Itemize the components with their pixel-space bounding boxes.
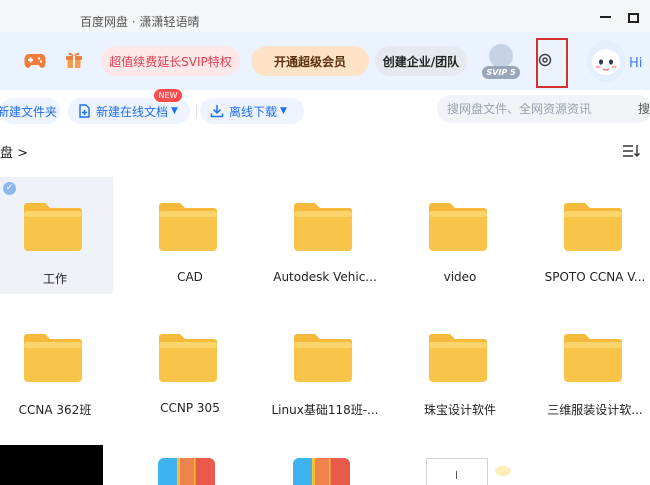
- folder-name: CCNA 362班: [18, 403, 92, 417]
- video-thumbnail[interactable]: [0, 445, 103, 485]
- folder-icon: [294, 199, 352, 251]
- folder-item[interactable]: CAD: [135, 177, 248, 294]
- checkmark-icon[interactable]: ✓: [3, 182, 16, 195]
- gift-icon[interactable]: [63, 49, 85, 71]
- new-badge: NEW: [154, 89, 182, 102]
- folder-name: CCNP 305: [160, 401, 220, 415]
- greeting-label[interactable]: Hi: [629, 56, 642, 71]
- folder-name: 三维服装设计软...: [547, 403, 643, 417]
- folder-item[interactable]: video: [405, 177, 518, 294]
- avatar[interactable]: SVIP 5: [482, 44, 520, 82]
- folder-item[interactable]: CCNP 305: [135, 308, 248, 425]
- avatar-image: [489, 44, 513, 68]
- folder-item[interactable]: Autodesk Vehic...: [270, 177, 383, 294]
- folder-icon: [429, 199, 487, 251]
- folder-item[interactable]: SPOTO CCNA V...: [540, 177, 650, 294]
- svip-renew-promo-button[interactable]: 超值续费延长SVIP特权: [101, 46, 240, 76]
- gamepad-icon[interactable]: [24, 50, 46, 72]
- mascot-assistant[interactable]: [585, 38, 627, 84]
- folder-item[interactable]: Linux基础118班-...: [270, 308, 383, 425]
- toolbar-divider: [196, 104, 197, 118]
- minimize-button[interactable]: [600, 16, 611, 18]
- folder-icon: [159, 330, 217, 382]
- folder-name: 珠宝设计软件: [423, 403, 496, 417]
- document-plus-icon: [79, 104, 90, 118]
- folder-icon: [294, 330, 352, 382]
- archive-thumbnail[interactable]: [158, 458, 215, 485]
- folder-item[interactable]: ✓ 工作: [0, 177, 113, 294]
- folder-icon: [564, 199, 622, 251]
- search-placeholder: 搜网盘文件、全网资源资讯: [447, 102, 592, 116]
- new-online-doc-label: 新建在线文档: [96, 104, 169, 119]
- folder-name: Linux基础118班-...: [271, 403, 379, 417]
- title-bar: 百度网盘 · 潇潇轻语晴: [0, 0, 650, 32]
- folder-item[interactable]: CCNA 362班: [0, 308, 113, 425]
- search-button[interactable]: 搜: [638, 95, 650, 123]
- open-super-vip-button[interactable]: 开通超级会员: [251, 46, 369, 76]
- maximize-button[interactable]: [628, 13, 639, 23]
- breadcrumb[interactable]: 盘 >: [0, 142, 28, 161]
- folder-icon: [564, 330, 622, 382]
- sort-icon[interactable]: [622, 143, 640, 159]
- gear-icon[interactable]: [538, 52, 552, 67]
- offline-download-button[interactable]: 离线下载 ▼: [200, 98, 304, 124]
- search-input[interactable]: 搜网盘文件、全网资源资讯 搜: [437, 95, 650, 123]
- create-organization-button[interactable]: 创建企业/团队: [375, 46, 467, 76]
- new-folder-label: 新建文件夹: [0, 104, 58, 119]
- folder-name: 工作: [42, 272, 67, 286]
- folder-name: SPOTO CCNA V...: [544, 270, 646, 284]
- folder-icon: [429, 330, 487, 382]
- folder-icon: [24, 199, 82, 251]
- archive-thumbnail[interactable]: [293, 458, 350, 485]
- folder-name: Autodesk Vehic...: [273, 270, 377, 284]
- folder-name: video: [443, 270, 477, 284]
- offline-download-label: 离线下载: [229, 104, 278, 119]
- svip-level-badge: SVIP 5: [482, 66, 520, 79]
- chevron-down-icon: ▼: [171, 106, 178, 116]
- chevron-down-icon: ▼: [280, 106, 287, 116]
- folder-item[interactable]: 珠宝设计软件: [405, 308, 518, 425]
- new-folder-button[interactable]: 新建文件夹: [0, 98, 60, 124]
- download-icon: [210, 105, 224, 118]
- window-title: 百度网盘 · 潇潇轻语晴: [80, 15, 200, 29]
- folder-icon: [159, 199, 217, 251]
- document-thumbnail[interactable]: [426, 458, 488, 485]
- folder-icon: [24, 330, 82, 382]
- decoration-glow: [495, 466, 511, 476]
- folder-item[interactable]: 三维服装设计软...: [540, 308, 650, 425]
- folder-name: CAD: [177, 270, 203, 284]
